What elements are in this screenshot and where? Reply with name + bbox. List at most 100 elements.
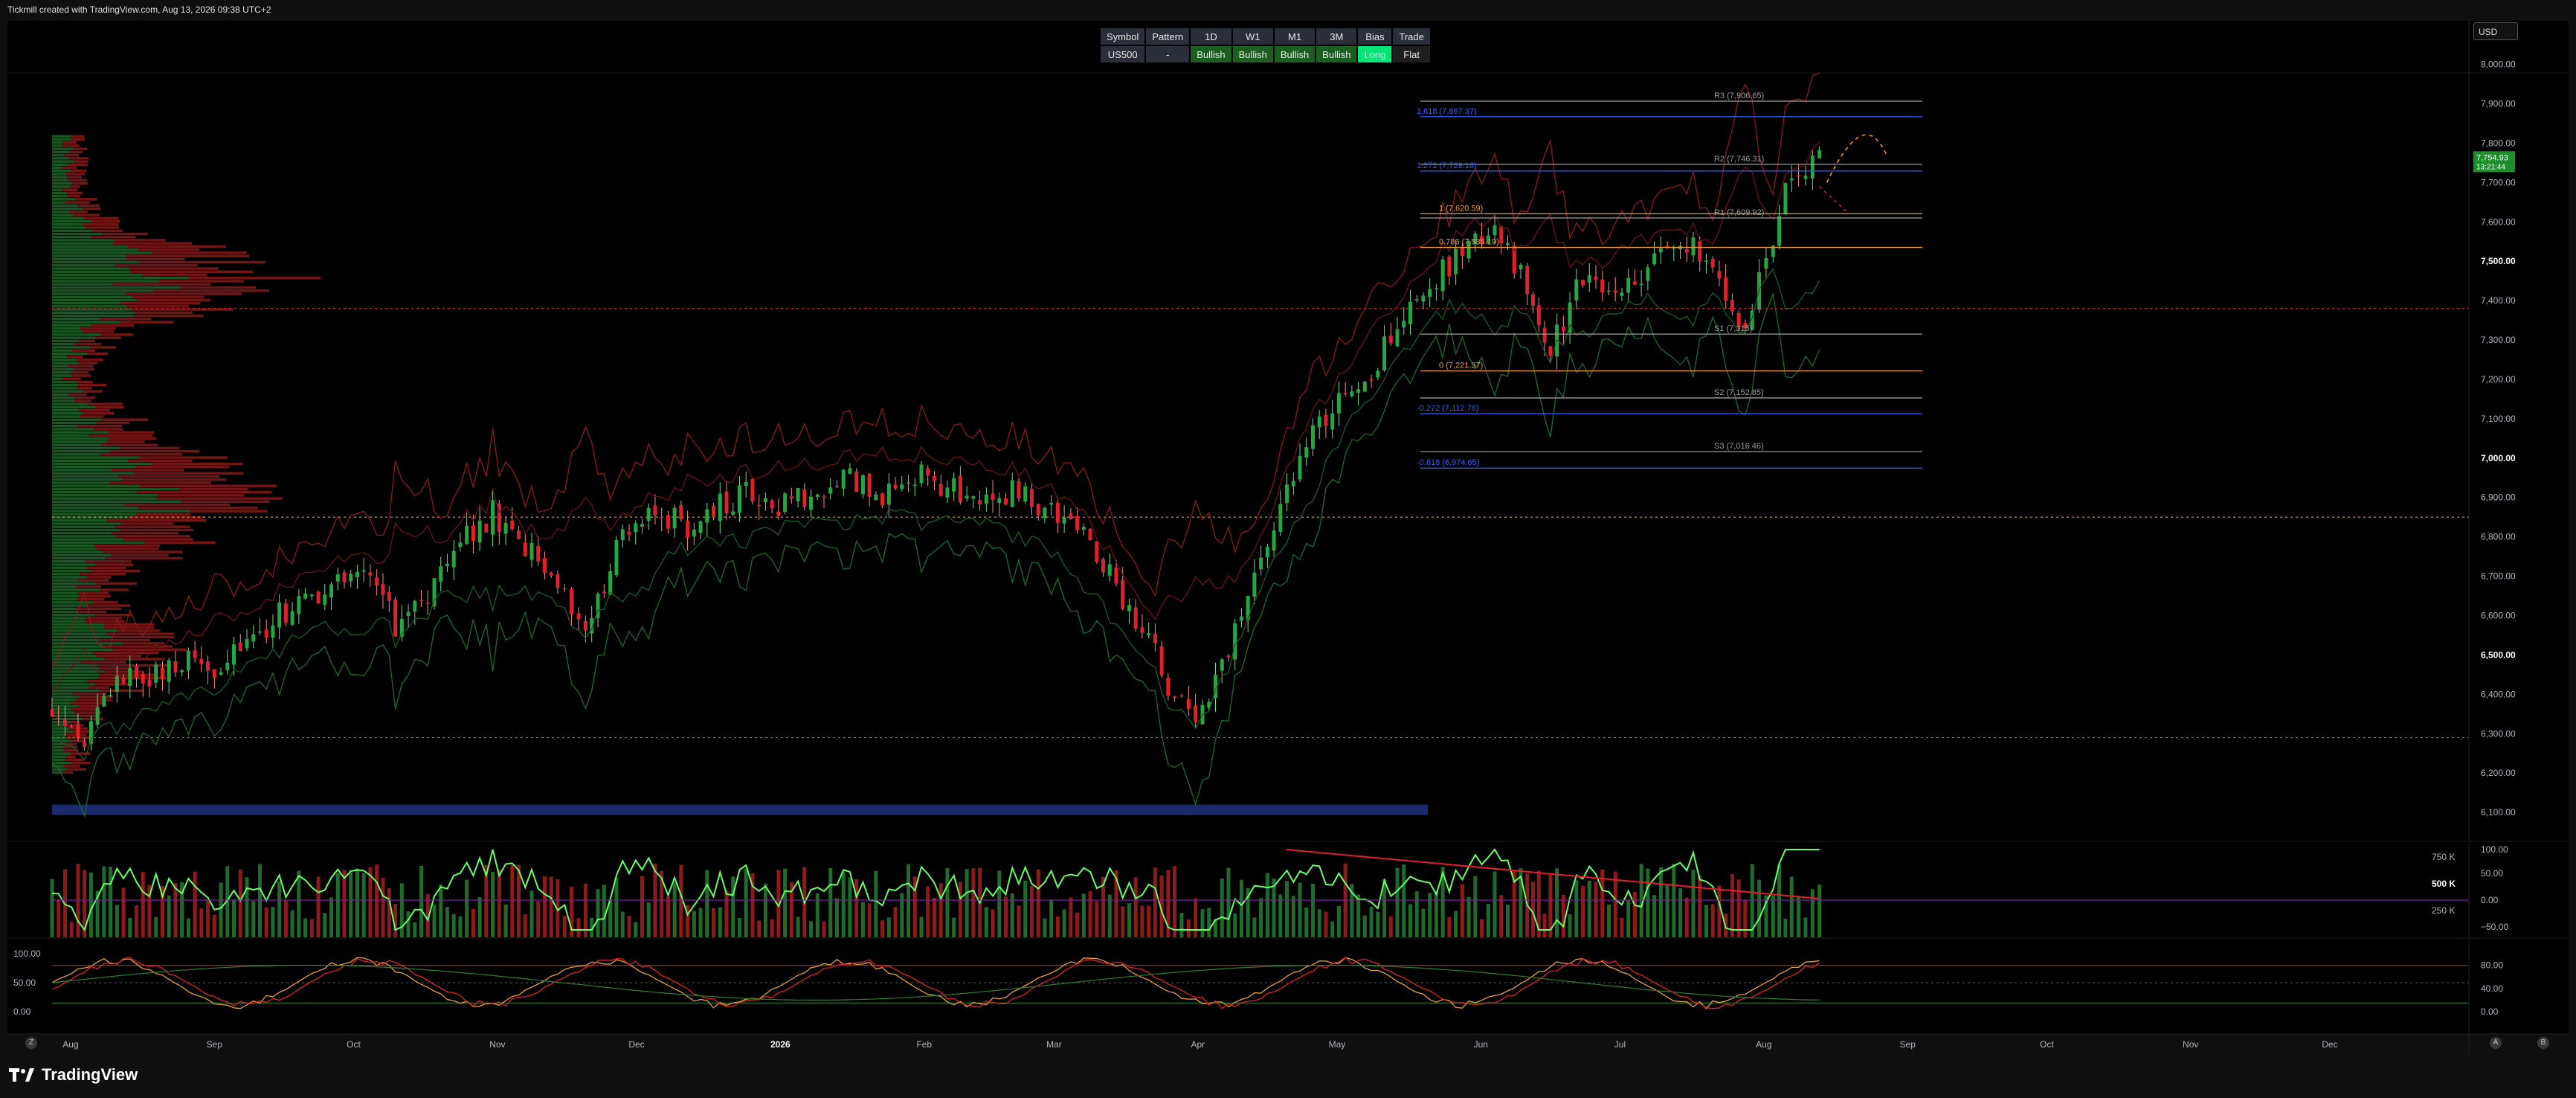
volume-profile-bar-down	[79, 696, 114, 699]
volume-profile-bar-down	[99, 689, 144, 693]
osc-left-tick-1: 50.00	[13, 977, 36, 988]
tradingview-logo[interactable]: TradingView	[9, 1065, 138, 1085]
osc-left-tick-2: 0.00	[13, 1006, 31, 1017]
candle-body	[83, 741, 87, 748]
volume-bar	[596, 889, 600, 937]
candle-body	[141, 674, 145, 684]
volume-profile-bar-down	[126, 305, 189, 308]
candle-body	[465, 525, 469, 544]
time-tick-10: Jun	[1474, 1039, 1488, 1050]
volume-profile-bar-down	[62, 166, 77, 170]
zoom-reset-button[interactable]: Z	[25, 1037, 37, 1049]
volume-bar	[173, 883, 178, 937]
volume-profile-bar-down	[109, 481, 211, 484]
volume-bar	[439, 884, 443, 937]
oscillator-chart[interactable]: 100.00 50.00 0.00 80.00 40.00 0.00 Aug Sep Oct No…	[7, 939, 2569, 1056]
volume-bar	[1447, 916, 1452, 937]
volume-bar	[445, 907, 449, 937]
candle-body	[1684, 249, 1689, 253]
volume-profile-bar-down	[72, 692, 107, 696]
auto-scale-button[interactable]: A	[2490, 1037, 2502, 1049]
volume-bar	[523, 914, 527, 937]
volume-profile-bar-down	[78, 714, 97, 717]
volume-profile-bar-down	[65, 755, 76, 759]
volume-profile-bar-down	[84, 216, 119, 220]
volume-profile-bar-down	[82, 223, 119, 226]
volume-profile-bar-down	[88, 434, 153, 437]
currency-selector[interactable]: USD	[2473, 22, 2518, 40]
volume-profile-bar-up	[52, 500, 181, 504]
volume-left-tick-0: 750 K	[2432, 852, 2455, 862]
volume-profile-bar-down	[88, 604, 130, 607]
price-panel[interactable]: R3 (7,906.65) 1.618 (7,867.37) R2 (7,746.3…	[7, 21, 2569, 841]
volume-profile-bar-down	[76, 699, 112, 702]
volume-profile-bar-up	[52, 198, 76, 201]
volume-chart[interactable]: 750 K 500 K 250 K 100.00 50.00 0.00 −50.00	[7, 842, 2569, 937]
volume-profile-bar-up	[52, 629, 118, 632]
volume-profile-bar-down	[115, 525, 190, 528]
candle-body	[1561, 327, 1565, 332]
candle-body	[419, 600, 424, 602]
candle-body	[731, 511, 735, 515]
volume-profile-bar-up	[52, 188, 62, 191]
volume-profile-bar-down	[132, 295, 205, 298]
candle-body	[757, 504, 761, 507]
volume-bar	[1555, 868, 1559, 937]
volume-profile-bar-up	[52, 745, 64, 749]
osc-right-tick-2: 0.00	[2481, 1006, 2499, 1017]
volume-bar	[1594, 882, 1598, 937]
volume-profile-bar-down	[82, 330, 114, 333]
candle-body	[1652, 253, 1657, 265]
signal-value-7: Flat	[1393, 46, 1430, 62]
price-tick-12: 6,800.00	[2481, 532, 2516, 542]
volume-profile-bar-up	[52, 431, 109, 434]
volume-bar	[796, 916, 800, 937]
signal-value-1: -	[1146, 46, 1190, 62]
price-chart[interactable]: R3 (7,906.65) 1.618 (7,867.37) R2 (7,746.3…	[7, 21, 2569, 841]
volume-bar	[1388, 916, 1393, 937]
signal-header-7: Trade	[1393, 28, 1430, 45]
volume-profile-bar-up	[52, 601, 94, 604]
volume-profile-bar-down	[137, 298, 210, 302]
volume-profile-bar-up	[52, 390, 83, 393]
level-label-1: 1.618 (7,867.37)	[1417, 107, 1477, 116]
volume-profile-bar-up	[52, 610, 80, 614]
volume-profile-bar-up	[52, 572, 80, 576]
volume-profile-bar-down	[138, 507, 258, 510]
volume-profile-bar-down	[190, 510, 268, 513]
price-tick-18: 6,200.00	[2481, 768, 2516, 778]
volume-profile-bar-up	[52, 267, 130, 270]
volume-panel[interactable]: 750 K 500 K 250 K 100.00 50.00 0.00 −50.00	[7, 842, 2569, 937]
candle-body	[219, 672, 223, 675]
volume-profile-bar-down	[136, 513, 191, 516]
volume-bar	[413, 922, 417, 937]
band-line-3	[51, 292, 1820, 818]
candle-body	[277, 603, 282, 628]
volume-bar	[1561, 894, 1565, 937]
candle-body	[206, 661, 210, 671]
volume-profile-bar-down	[76, 585, 102, 588]
volume-profile-bar-up	[52, 352, 88, 356]
volume-bar	[1369, 906, 1374, 937]
volume-bar	[1291, 896, 1295, 937]
oscillator-panel[interactable]: 100.00 50.00 0.00 80.00 40.00 0.00 Aug Sep Oct No…	[7, 939, 2569, 1056]
volume-profile-bar-up	[52, 346, 90, 349]
volume-profile-bar-down	[75, 198, 97, 201]
candle-body	[1343, 393, 1347, 394]
volume-profile-bar-down	[79, 408, 111, 412]
volume-bar	[757, 920, 761, 937]
candle-body	[854, 471, 859, 492]
volume-profile-bar-down	[158, 280, 244, 283]
volume-profile-bar-up	[52, 399, 74, 402]
volume-bar	[542, 876, 547, 937]
volume-profile-bar-down	[86, 560, 132, 563]
volume-profile-bar-down	[95, 563, 134, 566]
volume-profile-bar-up	[52, 443, 102, 446]
volume-profile-bar-up	[52, 393, 69, 396]
volume-bar	[809, 921, 814, 937]
candle-body	[1691, 237, 1696, 256]
volume-bar	[1402, 864, 1406, 937]
settings-button[interactable]: B	[2537, 1037, 2549, 1049]
volume-profile-bar-down	[77, 424, 122, 428]
price-tick-2: 7,800.00	[2481, 138, 2516, 148]
